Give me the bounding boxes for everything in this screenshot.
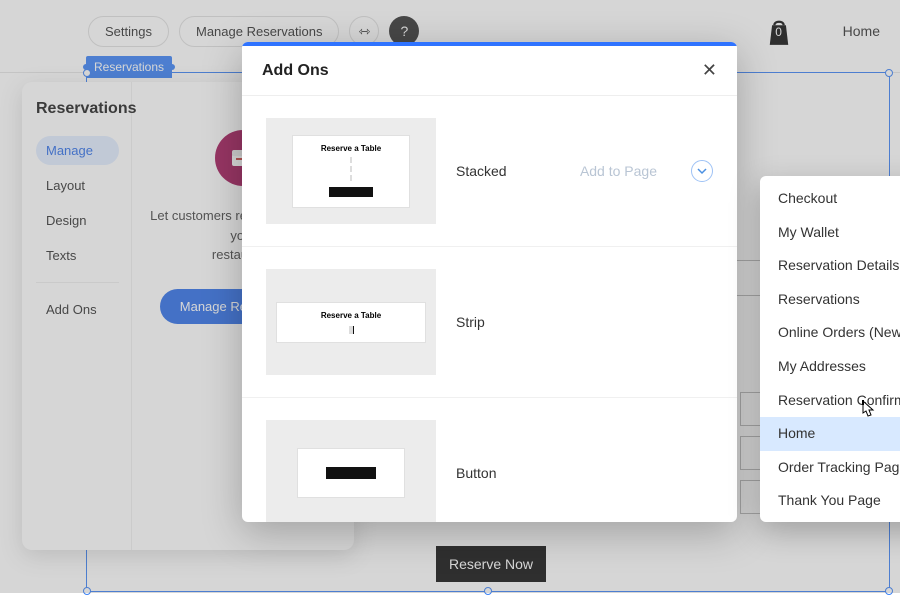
dropdown-item[interactable]: Menus (New) (760, 518, 900, 522)
addon-preview-button (266, 420, 436, 522)
addon-label: Stacked (456, 163, 526, 179)
addons-modal: Add Ons ✕ Reserve a Table Stacked Add to… (242, 42, 737, 522)
addon-preview-stacked: Reserve a Table (266, 118, 436, 224)
addon-row-strip[interactable]: Reserve a Table Strip (242, 247, 737, 398)
chevron-down-icon[interactable] (691, 160, 713, 182)
dropdown-item[interactable]: Online Orders (New) (760, 316, 900, 350)
addon-label: Button (456, 465, 526, 481)
addon-label: Strip (456, 314, 526, 330)
dropdown-item[interactable]: Reservations (760, 283, 900, 317)
modal-title: Add Ons (262, 62, 329, 80)
dropdown-item[interactable]: Thank You Page (760, 484, 900, 518)
addon-preview-strip: Reserve a Table (266, 269, 436, 375)
dropdown-item[interactable]: My Wallet (760, 216, 900, 250)
mouse-cursor-icon (859, 399, 877, 421)
dropdown-item[interactable]: My Addresses (760, 350, 900, 384)
dropdown-item[interactable]: Reservation Details (760, 249, 900, 283)
dropdown-item[interactable]: Reservation Confirmation (760, 384, 900, 418)
addon-row-button[interactable]: Button (242, 398, 737, 522)
close-icon[interactable]: ✕ (702, 60, 717, 81)
page-selector-dropdown: CheckoutMy WalletReservation DetailsRese… (760, 176, 900, 522)
add-to-page-button[interactable]: Add to Page (580, 163, 657, 179)
dropdown-item[interactable]: Order Tracking Page (760, 451, 900, 485)
dropdown-item[interactable]: Checkout (760, 182, 900, 216)
addon-row-stacked[interactable]: Reserve a Table Stacked Add to Page (242, 96, 737, 247)
dropdown-item[interactable]: Home (760, 417, 900, 451)
